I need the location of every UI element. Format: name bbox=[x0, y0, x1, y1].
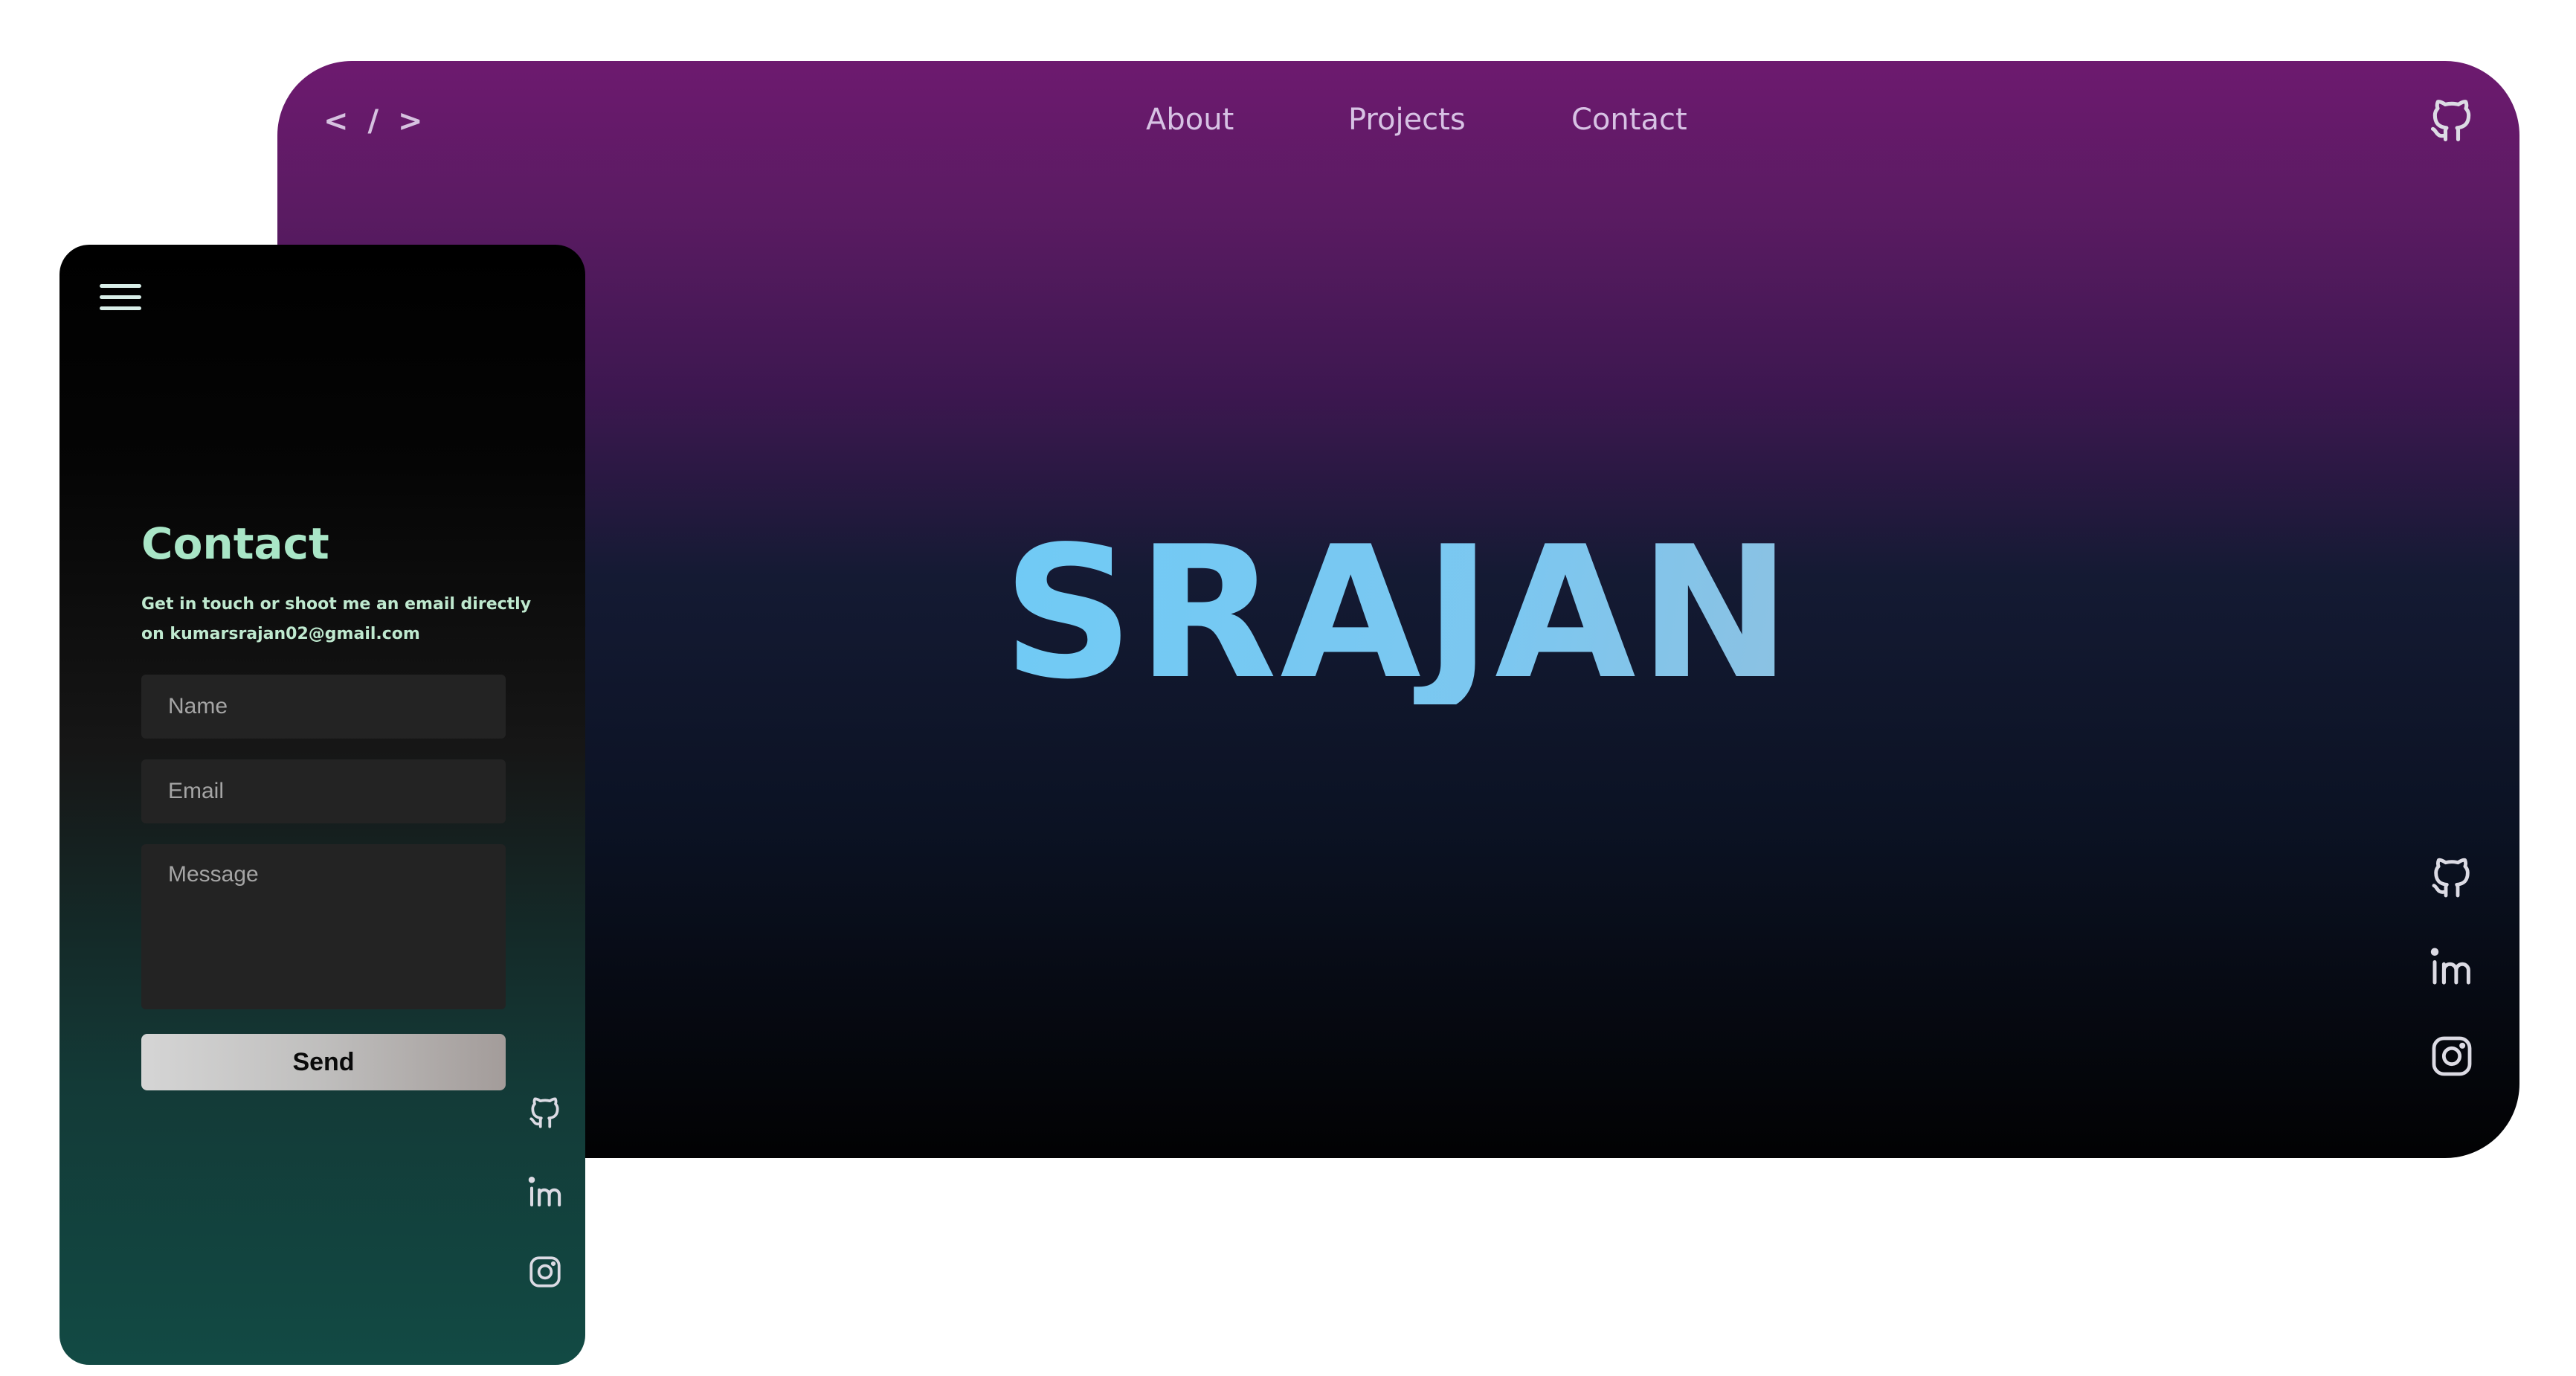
message-input[interactable] bbox=[141, 844, 506, 1009]
linkedin-icon[interactable] bbox=[525, 1171, 565, 1212]
contact-description: Get in touch or shoot me an email direct… bbox=[141, 595, 532, 643]
github-icon[interactable] bbox=[527, 1094, 564, 1131]
hero-name: SRAJAN bbox=[277, 522, 2519, 704]
linkedin-icon[interactable] bbox=[2427, 942, 2476, 991]
send-button[interactable]: Send bbox=[141, 1034, 506, 1090]
nav-contact-link[interactable]: Contact bbox=[1571, 103, 1687, 137]
hamburger-icon[interactable] bbox=[100, 284, 141, 315]
site-logo[interactable]: < / > bbox=[323, 104, 428, 138]
github-icon[interactable] bbox=[2428, 854, 2476, 901]
instagram-icon[interactable] bbox=[527, 1253, 564, 1290]
nav-about-link[interactable]: About bbox=[1146, 103, 1234, 137]
instagram-icon[interactable] bbox=[2428, 1032, 2476, 1080]
desktop-mockup: < / > About Projects Contact SRAJAN bbox=[277, 61, 2519, 1158]
name-input[interactable] bbox=[141, 675, 506, 739]
email-input[interactable] bbox=[141, 759, 506, 823]
github-icon[interactable] bbox=[2427, 95, 2477, 146]
contact-title: Contact bbox=[141, 518, 329, 569]
nav-projects-link[interactable]: Projects bbox=[1348, 103, 1466, 137]
mobile-mockup: Contact Get in touch or shoot me an emai… bbox=[59, 245, 585, 1365]
